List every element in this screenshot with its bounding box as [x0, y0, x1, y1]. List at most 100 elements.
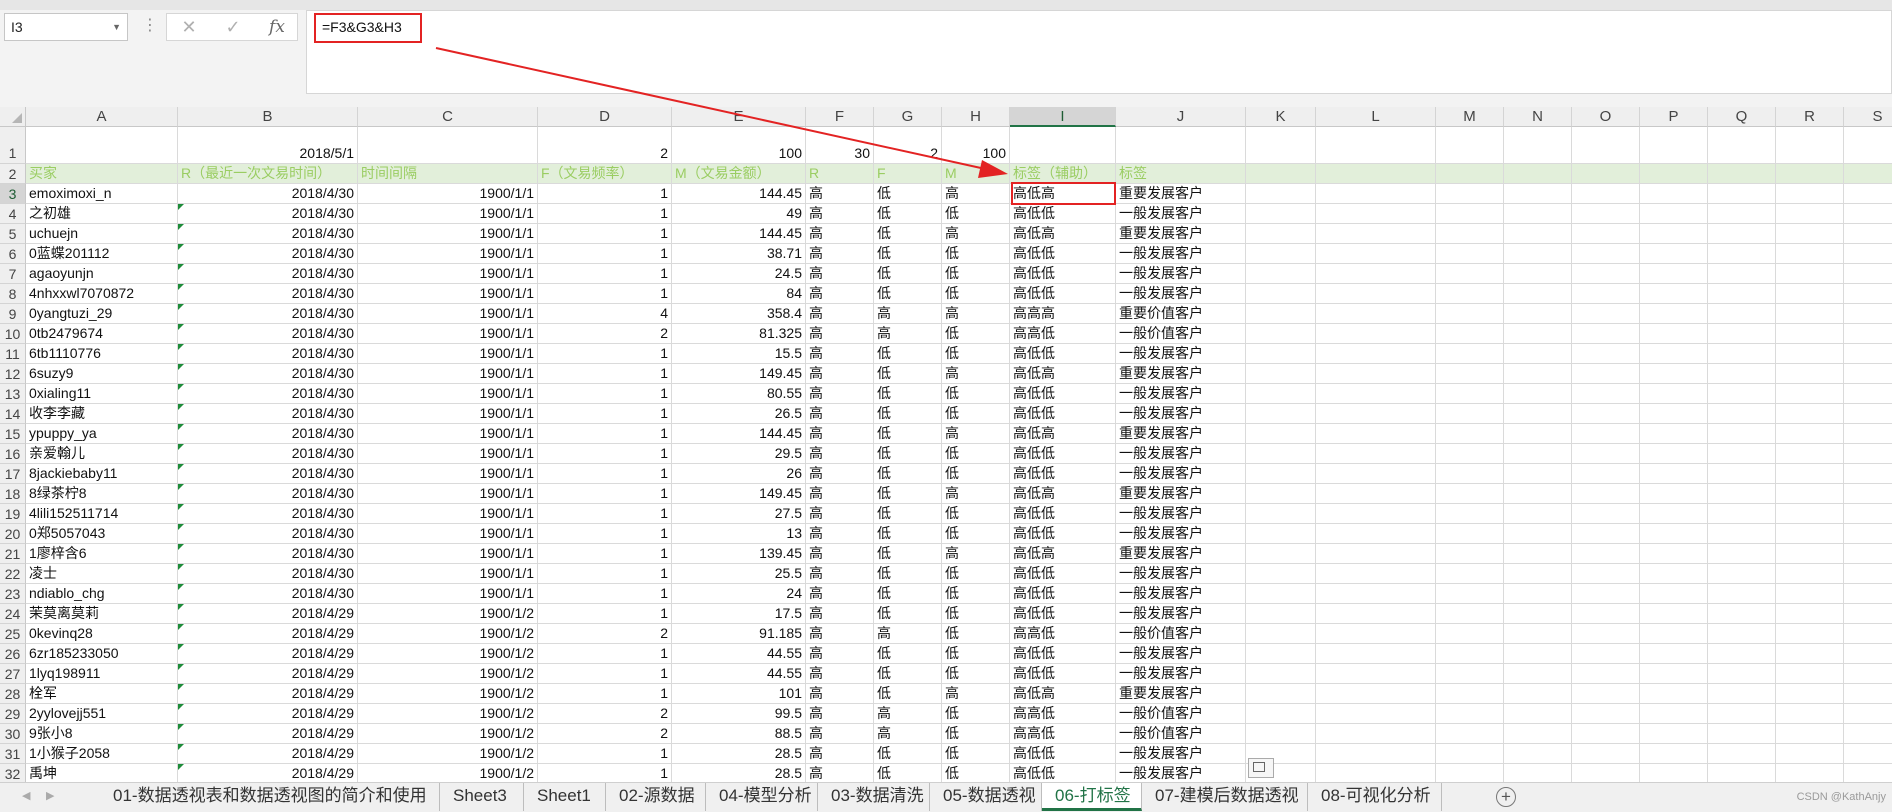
cell-r1[interactable] [1776, 127, 1844, 164]
cell-c1[interactable] [358, 127, 538, 164]
cell-o29[interactable] [1572, 704, 1640, 724]
cell-k5[interactable] [1246, 224, 1316, 244]
cell-q32[interactable] [1708, 764, 1776, 782]
cell-r8[interactable] [1776, 284, 1844, 304]
cell-l13[interactable] [1316, 384, 1436, 404]
cell-l20[interactable] [1316, 524, 1436, 544]
cell-s32[interactable] [1844, 764, 1892, 782]
cell-j31[interactable]: 一般发展客户 [1116, 744, 1246, 764]
cell-p27[interactable] [1640, 664, 1708, 684]
cell-s31[interactable] [1844, 744, 1892, 764]
cell-q5[interactable] [1708, 224, 1776, 244]
cell-n18[interactable] [1504, 484, 1572, 504]
row-header-11[interactable]: 11 [0, 344, 26, 364]
cell-h16[interactable]: 低 [942, 444, 1010, 464]
cell-j28[interactable]: 重要发展客户 [1116, 684, 1246, 704]
cell-b20[interactable]: 2018/4/30 [178, 524, 358, 544]
row-header-17[interactable]: 17 [0, 464, 26, 484]
cell-b17[interactable]: 2018/4/30 [178, 464, 358, 484]
row-header-23[interactable]: 23 [0, 584, 26, 604]
cell-q20[interactable] [1708, 524, 1776, 544]
cell-a21[interactable]: 1廖梓含6 [26, 544, 178, 564]
cell-s26[interactable] [1844, 644, 1892, 664]
cell-j26[interactable]: 一般发展客户 [1116, 644, 1246, 664]
cell-f11[interactable]: 高 [806, 344, 874, 364]
cell-d24[interactable]: 1 [538, 604, 672, 624]
cell-s7[interactable] [1844, 264, 1892, 284]
cell-l30[interactable] [1316, 724, 1436, 744]
cell-l10[interactable] [1316, 324, 1436, 344]
cell-l3[interactable] [1316, 184, 1436, 204]
row-header-21[interactable]: 21 [0, 544, 26, 564]
cell-r24[interactable] [1776, 604, 1844, 624]
cell-r9[interactable] [1776, 304, 1844, 324]
cell-o15[interactable] [1572, 424, 1640, 444]
row-header-25[interactable]: 25 [0, 624, 26, 644]
cell-a15[interactable]: ypuppy_ya [26, 424, 178, 444]
cell-m1[interactable] [1436, 127, 1504, 164]
cell-l4[interactable] [1316, 204, 1436, 224]
cell-f24[interactable]: 高 [806, 604, 874, 624]
cell-e16[interactable]: 29.5 [672, 444, 806, 464]
column-header-r[interactable]: R [1776, 107, 1844, 127]
cell-e31[interactable]: 28.5 [672, 744, 806, 764]
cell-c25[interactable]: 1900/1/2 [358, 624, 538, 644]
cell-e14[interactable]: 26.5 [672, 404, 806, 424]
cell-q29[interactable] [1708, 704, 1776, 724]
cell-b27[interactable]: 2018/4/29 [178, 664, 358, 684]
row-header-6[interactable]: 6 [0, 244, 26, 264]
cell-p32[interactable] [1640, 764, 1708, 782]
cell-g5[interactable]: 低 [874, 224, 942, 244]
cell-p18[interactable] [1640, 484, 1708, 504]
cancel-icon[interactable]: ✕ [171, 14, 207, 40]
cell-d32[interactable]: 1 [538, 764, 672, 782]
cell-i6[interactable]: 高低低 [1010, 244, 1116, 264]
cell-a30[interactable]: 9张小8 [26, 724, 178, 744]
cell-e2[interactable]: M（文易金额） [672, 164, 806, 184]
cell-q27[interactable] [1708, 664, 1776, 684]
cell-h13[interactable]: 低 [942, 384, 1010, 404]
cell-s3[interactable] [1844, 184, 1892, 204]
cell-l27[interactable] [1316, 664, 1436, 684]
cell-m11[interactable] [1436, 344, 1504, 364]
cell-i26[interactable]: 高低低 [1010, 644, 1116, 664]
cell-q3[interactable] [1708, 184, 1776, 204]
cell-j23[interactable]: 一般发展客户 [1116, 584, 1246, 604]
cell-d16[interactable]: 1 [538, 444, 672, 464]
sheet-tab-10[interactable]: 08-可视化分析 [1308, 783, 1442, 811]
cell-o28[interactable] [1572, 684, 1640, 704]
cell-b7[interactable]: 2018/4/30 [178, 264, 358, 284]
column-header-j[interactable]: J [1116, 107, 1246, 127]
cell-g14[interactable]: 低 [874, 404, 942, 424]
cell-r14[interactable] [1776, 404, 1844, 424]
cell-n8[interactable] [1504, 284, 1572, 304]
cell-g25[interactable]: 高 [874, 624, 942, 644]
cell-j1[interactable] [1116, 127, 1246, 164]
cell-c7[interactable]: 1900/1/1 [358, 264, 538, 284]
cell-d18[interactable]: 1 [538, 484, 672, 504]
cell-o11[interactable] [1572, 344, 1640, 364]
cell-b25[interactable]: 2018/4/29 [178, 624, 358, 644]
cell-r7[interactable] [1776, 264, 1844, 284]
sheet-tab-7[interactable]: 05-数据透视 [930, 783, 1042, 811]
column-header-e[interactable]: E [672, 107, 806, 127]
cell-e22[interactable]: 25.5 [672, 564, 806, 584]
cell-p9[interactable] [1640, 304, 1708, 324]
cell-a10[interactable]: 0tb2479674 [26, 324, 178, 344]
cell-f4[interactable]: 高 [806, 204, 874, 224]
cell-n11[interactable] [1504, 344, 1572, 364]
cell-s17[interactable] [1844, 464, 1892, 484]
cell-h7[interactable]: 低 [942, 264, 1010, 284]
cell-i31[interactable]: 高低低 [1010, 744, 1116, 764]
cell-b19[interactable]: 2018/4/30 [178, 504, 358, 524]
cell-g15[interactable]: 低 [874, 424, 942, 444]
cell-q17[interactable] [1708, 464, 1776, 484]
cell-s14[interactable] [1844, 404, 1892, 424]
cell-p5[interactable] [1640, 224, 1708, 244]
column-header-l[interactable]: L [1316, 107, 1436, 127]
cell-c18[interactable]: 1900/1/1 [358, 484, 538, 504]
cell-r29[interactable] [1776, 704, 1844, 724]
cell-f22[interactable]: 高 [806, 564, 874, 584]
cell-b10[interactable]: 2018/4/30 [178, 324, 358, 344]
cell-m24[interactable] [1436, 604, 1504, 624]
